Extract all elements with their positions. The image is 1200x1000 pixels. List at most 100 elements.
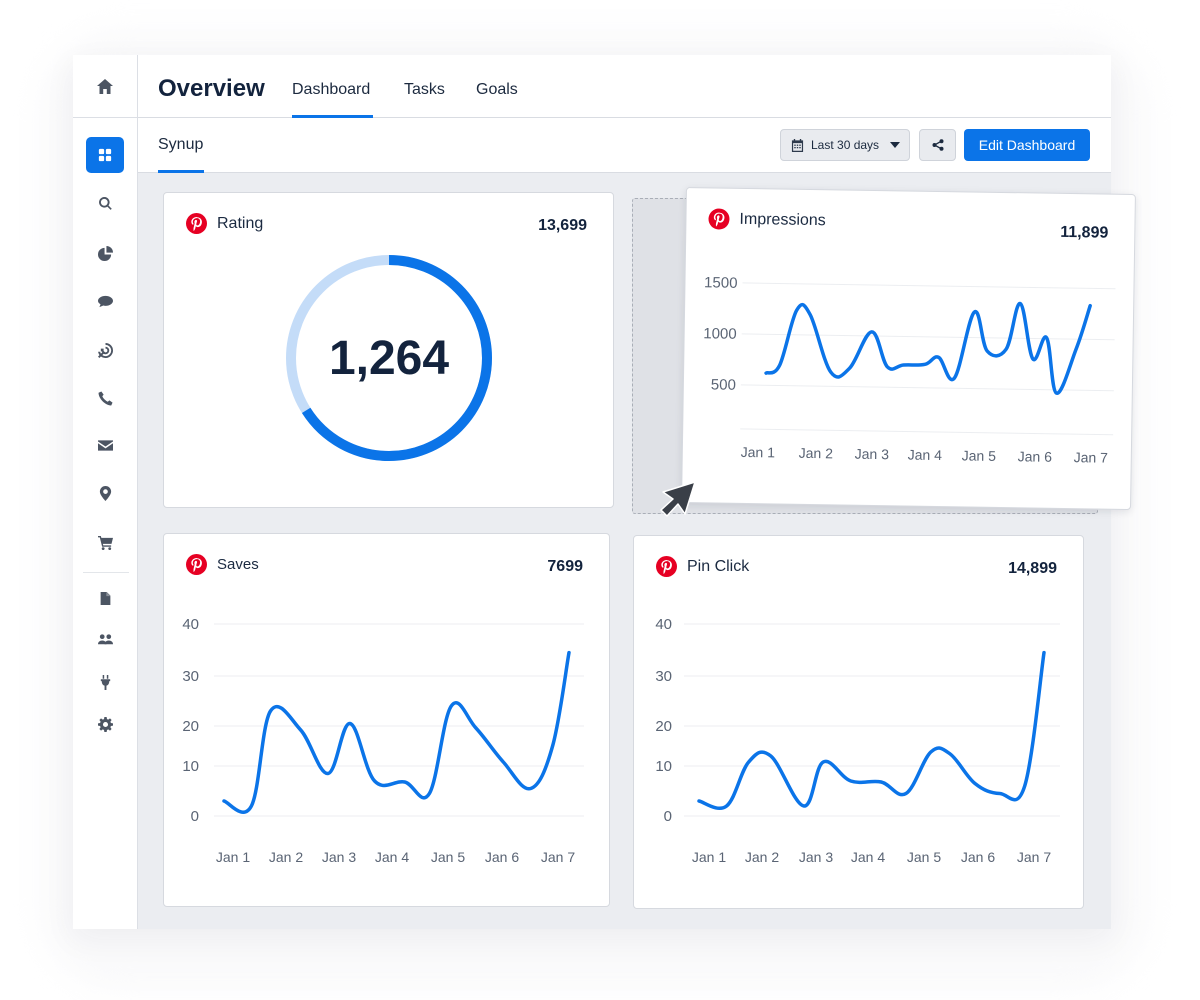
tab-goals[interactable]: Goals <box>476 81 518 99</box>
y-tick-label: 10 <box>182 758 199 775</box>
map-pin-icon <box>99 485 111 501</box>
envelope-icon <box>97 439 113 451</box>
x-tick-label: Jan 5 <box>907 849 941 865</box>
data-point <box>269 709 273 713</box>
sidebar-item-store[interactable] <box>73 524 137 560</box>
x-tick-label: Jan 3 <box>855 446 890 463</box>
x-tick-label: Jan 1 <box>216 849 250 865</box>
tab-dashboard[interactable]: Dashboard <box>292 81 374 118</box>
impressions-card[interactable]: Impressions 11,899 500 1000 1500 Jan 1 Jan 2… <box>681 187 1136 511</box>
y-tick-label: 40 <box>655 616 672 633</box>
data-point <box>948 752 952 756</box>
x-tick-label: Jan 6 <box>485 849 519 865</box>
date-range-value: Last 30 days <box>811 138 880 152</box>
data-point <box>348 722 352 726</box>
sidebar-item-dashboard[interactable] <box>73 137 137 173</box>
search-icon <box>98 196 112 210</box>
x-tick-label: Jan 6 <box>1018 448 1053 465</box>
rating-card[interactable]: Rating 13,699 1,264 <box>163 192 614 508</box>
data-point <box>449 704 453 708</box>
y-tick-label: 30 <box>655 668 672 685</box>
pie-chart-icon <box>97 245 113 261</box>
users-icon <box>97 633 113 644</box>
target-icon <box>97 342 113 358</box>
x-tick-label: Jan 5 <box>962 447 997 464</box>
y-tick-label: 20 <box>182 718 199 735</box>
saves-series-line <box>222 650 571 814</box>
x-tick-label: Jan 3 <box>799 849 833 865</box>
dashboard-toolbar: Synup Last 30 days Edit Dashboard <box>138 118 1111 173</box>
top-header: Overview Dashboard Tasks Goals <box>138 55 1111 118</box>
y-tick-label: 1000 <box>703 325 737 343</box>
saves-card[interactable]: Saves 7699 0 10 20 30 40 Jan 1 Jan 2 Jan 3 Jan 4… <box>163 533 610 907</box>
impressions-chart: 500 1000 1500 Jan 1 Jan 2 Jan 3 Jan 4 Jan 5 Jan … <box>703 274 1116 466</box>
sidebar-item-home[interactable] <box>73 55 137 118</box>
x-tick-label: Jan 7 <box>541 849 575 865</box>
data-point <box>1023 784 1027 788</box>
data-point <box>998 792 1002 796</box>
x-tick-label: Jan 2 <box>745 849 779 865</box>
x-tick-label: Jan 7 <box>1074 449 1109 466</box>
sidebar-item-documents[interactable] <box>73 580 137 616</box>
data-point <box>849 779 853 783</box>
x-tick-label: Jan 5 <box>431 849 465 865</box>
sidebar-item-settings[interactable] <box>73 706 137 742</box>
date-range-dropdown[interactable]: Last 30 days <box>780 129 910 161</box>
sidebar-item-users[interactable] <box>73 621 137 657</box>
pinterest-icon <box>186 213 207 234</box>
tab-tasks[interactable]: Tasks <box>404 81 445 99</box>
share-icon <box>932 139 943 151</box>
dashboard-icon <box>98 148 112 162</box>
data-point <box>1042 651 1046 655</box>
sidebar-item-integrations[interactable] <box>73 664 137 700</box>
pin-click-chart: 0 10 20 30 40 Jan 1 Jan 2 Jan 3 Jan 4 Jan 5 Jan 6 J… <box>655 616 1060 865</box>
y-tick-label: 30 <box>182 668 199 685</box>
data-point <box>249 804 253 808</box>
gridline <box>741 333 1115 341</box>
gear-icon <box>97 716 113 732</box>
data-point <box>551 744 555 748</box>
file-icon <box>100 591 110 605</box>
sidebar-item-reports[interactable] <box>73 235 137 271</box>
x-tick-label: Jan 1 <box>741 444 776 461</box>
data-point <box>747 760 751 764</box>
data-point <box>427 792 431 796</box>
sidebar-item-campaigns[interactable] <box>73 332 137 368</box>
y-tick-label: 500 <box>711 376 736 393</box>
x-tick-label: Jan 7 <box>1017 849 1051 865</box>
data-point <box>821 760 825 764</box>
x-tick-label: Jan 6 <box>961 849 995 865</box>
tab-synup[interactable]: Synup <box>158 136 205 173</box>
x-tick-label: Jan 1 <box>692 849 726 865</box>
data-point <box>802 804 806 808</box>
y-tick-label: 1500 <box>704 274 738 292</box>
edit-dashboard-button[interactable]: Edit Dashboard <box>964 129 1090 161</box>
page-title: Overview <box>158 75 265 102</box>
pin-click-card[interactable]: Pin Click 14,899 0 10 20 30 40 Jan 1 Jan 2 Jan … <box>633 535 1084 909</box>
sidebar-divider <box>83 572 129 573</box>
sidebar-item-search[interactable] <box>73 185 137 221</box>
data-point <box>725 804 729 808</box>
sidebar-item-locations[interactable] <box>73 475 137 511</box>
baseline-gridline <box>740 428 1114 436</box>
y-tick-label: 10 <box>655 758 672 775</box>
data-point <box>973 782 977 786</box>
y-tick-label: 0 <box>664 808 672 825</box>
share-button[interactable] <box>919 129 956 161</box>
chevron-down-icon <box>890 142 901 148</box>
sidebar-item-reviews[interactable] <box>73 283 137 319</box>
x-tick-label: Jan 3 <box>322 849 356 865</box>
data-point <box>529 787 533 791</box>
rating-title: Rating <box>217 214 264 232</box>
data-point <box>501 760 505 764</box>
data-point <box>879 780 883 784</box>
data-point <box>474 726 478 730</box>
y-tick-label: 0 <box>191 808 199 825</box>
impressions-series-line <box>764 301 1092 395</box>
sidebar-item-calls[interactable] <box>73 380 137 416</box>
gridline <box>742 282 1116 290</box>
y-tick-label: 40 <box>182 616 199 633</box>
saves-chart: 0 10 20 30 40 Jan 1 Jan 2 Jan 3 Jan 4 Jan 5 Jan 6 J… <box>182 616 584 865</box>
data-point <box>769 754 773 758</box>
sidebar-item-messages[interactable] <box>73 427 137 463</box>
